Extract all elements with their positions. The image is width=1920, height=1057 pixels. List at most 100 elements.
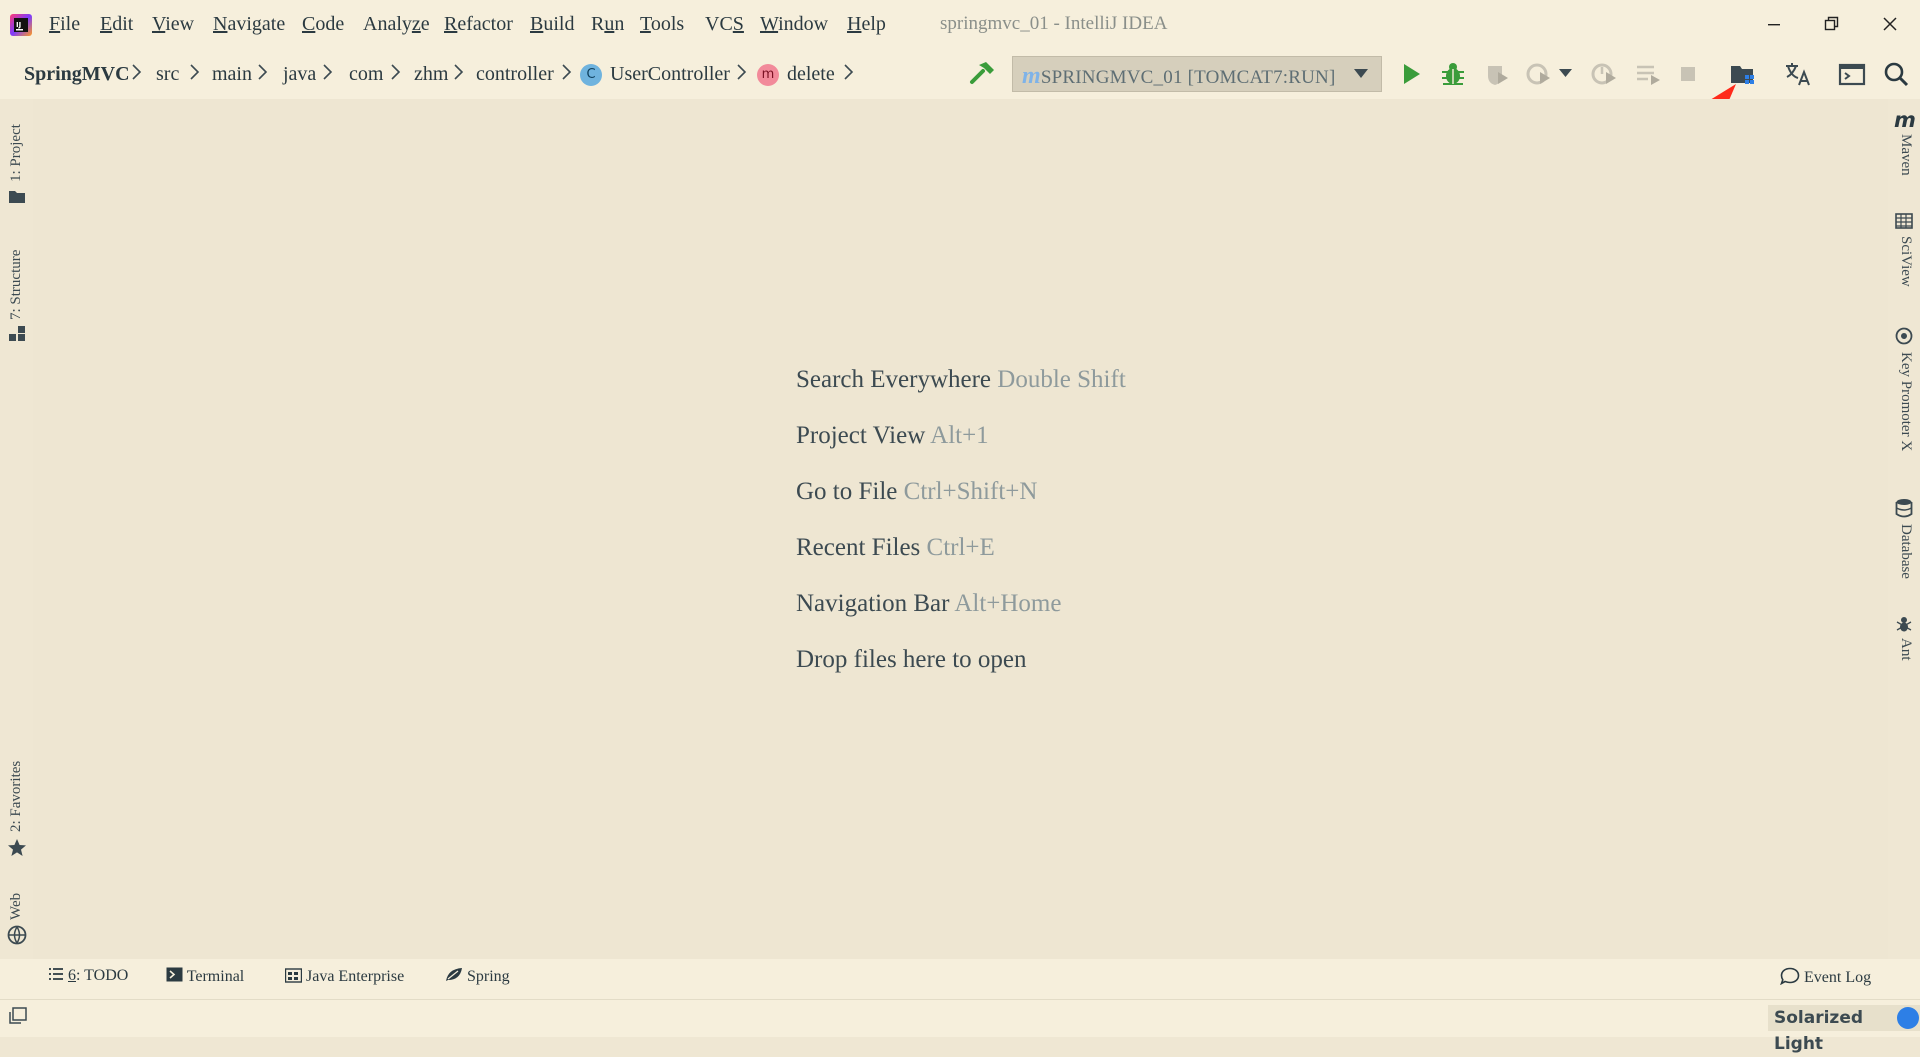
menu-mnemonic: W [760, 13, 779, 35]
restore-button[interactable] [1812, 6, 1852, 42]
method-m-icon: m [757, 64, 779, 86]
toggle-tool-windows-icon[interactable] [9, 1007, 27, 1025]
breadcrumb-item-java[interactable]: java [283, 63, 316, 86]
editor-hint: Project View Alt+1 [796, 422, 989, 450]
menu-label-rest: elp [861, 13, 886, 35]
breadcrumb-item-controller[interactable]: controller [476, 63, 554, 86]
menu-item-5[interactable]: Analyze [363, 13, 430, 36]
editor-empty-area[interactable] [33, 99, 1888, 959]
editor-hint: Search Everywhere Double Shift [796, 366, 1126, 394]
menu-label-prefix: R [591, 13, 605, 35]
build-hammer-icon[interactable] [966, 58, 998, 90]
attach-profiler-icon[interactable] [1588, 58, 1620, 90]
menu-item-6[interactable]: Refactor [444, 13, 513, 36]
folder-icon [9, 191, 25, 203]
tab-todo[interactable]: 6: TODO [48, 967, 128, 985]
run-anything-icon[interactable] [1836, 58, 1868, 90]
run-configuration-label: mSPRINGMVC_01 [TOMCAT7:RUN] [1022, 63, 1336, 90]
menu-label-rest: ools [650, 13, 685, 35]
hint-shortcut: Alt+Home [954, 590, 1062, 617]
menu-item-2[interactable]: View [152, 13, 194, 36]
breadcrumb-item-src[interactable]: src [156, 63, 179, 86]
menu-item-10[interactable]: VCS [705, 13, 744, 36]
chevron-right-icon [454, 64, 464, 80]
debug-bug-icon[interactable] [1437, 58, 1469, 90]
menu-mnemonic: F [49, 13, 61, 35]
chevron-right-icon [323, 64, 333, 80]
tab-event-log[interactable]: Event Log [1780, 967, 1871, 987]
tab-key-promoter-x[interactable]: Key Promoter X [1897, 352, 1914, 451]
breadcrumb-item-zhm[interactable]: zhm [414, 63, 448, 86]
menu-item-0[interactable]: File [49, 13, 80, 36]
breadcrumb-class[interactable]: UserController [610, 63, 730, 86]
menu-item-3[interactable]: Navigate [213, 13, 285, 36]
chevron-right-icon [190, 64, 200, 80]
hint-action: Recent Files [796, 534, 921, 561]
breadcrumb-method[interactable]: delete [787, 63, 835, 86]
run-icon[interactable] [1395, 58, 1427, 90]
menu-item-1[interactable]: Edit [100, 13, 133, 36]
editor-hint: Go to File Ctrl+Shift+N [796, 478, 1037, 506]
tab-maven[interactable]: Maven [1897, 134, 1914, 176]
tab-web[interactable]: Web [8, 893, 25, 920]
svg-text:IJ: IJ [16, 21, 21, 29]
maven-icon: m [1894, 108, 1916, 132]
menu-mnemonic: H [847, 13, 862, 35]
event-log-label: Event Log [1804, 969, 1872, 986]
breadcrumb-item-main[interactable]: main [212, 63, 252, 86]
maven-m-icon: m [1022, 63, 1041, 89]
terminal-label: Terminal [186, 968, 245, 985]
menu-mnemonic: R [444, 13, 458, 35]
breadcrumb-project[interactable]: SpringMVC [24, 63, 130, 86]
menu-item-12[interactable]: Help [847, 13, 886, 36]
sciview-grid-icon [1895, 213, 1913, 229]
menu-item-11[interactable]: Window [760, 13, 828, 36]
translate-icon[interactable] [1782, 58, 1814, 90]
editor-hint: Navigation Bar Alt+Home [796, 590, 1061, 618]
breadcrumb-item-com[interactable]: com [349, 63, 383, 86]
tab-database[interactable]: Database [1897, 524, 1914, 579]
status-bar [0, 999, 1920, 1037]
chevron-right-icon [737, 64, 747, 80]
run-with-coverage-icon[interactable] [1480, 58, 1512, 90]
class-c-icon: C [580, 64, 602, 86]
menu-label-prefix: VC [705, 13, 733, 35]
ant-icon [1896, 617, 1912, 632]
tab-sciview[interactable]: SciView [1897, 236, 1914, 287]
tab-favorites[interactable]: 2: Favorites [8, 761, 25, 832]
dropdown-arrow-icon[interactable] [1354, 69, 1368, 79]
menu-item-8[interactable]: Run [591, 13, 624, 36]
close-window-button[interactable] [1870, 6, 1910, 42]
menu-label-rest: avigate [227, 13, 286, 35]
menu-item-4[interactable]: Code [302, 13, 344, 36]
menu-label-rest: ode [315, 13, 345, 35]
status-blue-dot [1897, 1007, 1919, 1029]
chevron-right-icon [132, 64, 142, 80]
profile-icon[interactable] [1522, 58, 1554, 90]
menu-label-rest: efactor [457, 13, 513, 35]
intellij-logo-icon: IJ [10, 14, 32, 36]
tab-project[interactable]: 1: Project [8, 124, 25, 182]
menu-item-7[interactable]: Build [530, 13, 574, 36]
editor-hint: Recent Files Ctrl+E [796, 534, 995, 562]
todo-label: : TODO [76, 967, 129, 984]
search-icon[interactable] [1880, 58, 1912, 90]
tab-terminal[interactable]: Terminal [166, 967, 244, 986]
list-icon [49, 968, 63, 980]
close-icon [1883, 17, 1897, 31]
tab-ant[interactable]: Ant [1897, 638, 1914, 661]
star-icon [8, 839, 26, 856]
minimize-button[interactable] [1754, 6, 1794, 42]
tab-java-enterprise[interactable]: Java Enterprise [284, 967, 404, 986]
profile-dropdown-icon[interactable] [1559, 69, 1572, 78]
chevron-right-icon [562, 64, 572, 80]
menu-mnemonic: V [152, 13, 166, 35]
tab-spring[interactable]: Spring [445, 967, 510, 986]
menu-mnemonic: u [604, 13, 615, 35]
menu-item-9[interactable]: Tools [640, 13, 684, 36]
tab-structure[interactable]: 7: Structure [8, 250, 25, 320]
menu-mnemonic: S [732, 13, 744, 35]
hint-action: Search Everywhere [796, 366, 992, 393]
globe-icon [7, 925, 27, 945]
spring-leaf-icon [446, 968, 462, 981]
